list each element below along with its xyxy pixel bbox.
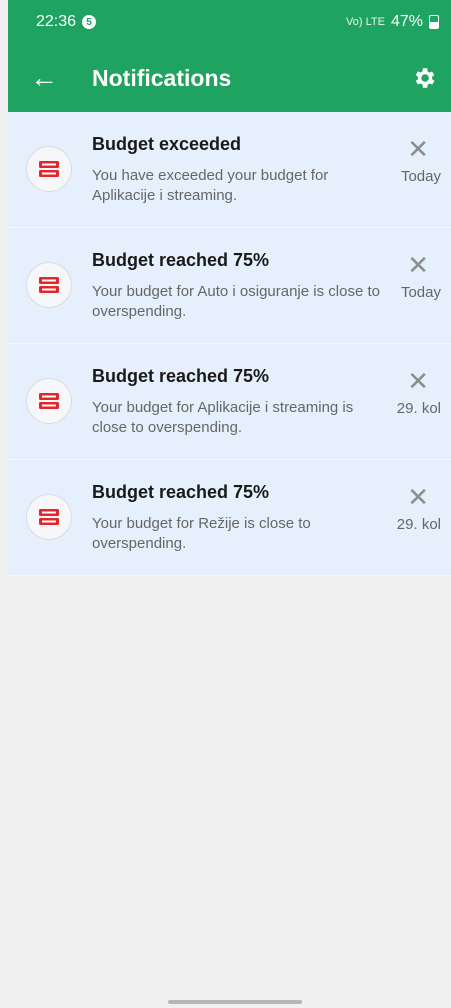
app-bar: ← Notifications	[8, 44, 451, 112]
notification-date: Today	[400, 284, 441, 301]
notifications-list: Budget exceeded You have exceeded your b…	[8, 112, 451, 576]
notification-title: Budget reached 75%	[92, 250, 270, 270]
signal-icon: Vo) LTE	[346, 16, 385, 28]
home-indicator[interactable]	[168, 1000, 302, 1004]
close-icon[interactable]: ✕	[407, 136, 429, 162]
notification-body: Your budget for Aplikacije i streaming i…	[92, 399, 354, 436]
status-time: 22:36	[36, 13, 77, 30]
notification-date: 29. kol	[396, 516, 441, 533]
notification-body: Your budget for Režije is close to overs…	[92, 515, 311, 552]
notification-title: Budget reached 75%	[92, 482, 270, 502]
status-left: 22:36 5	[36, 13, 97, 31]
notification-title: Budget reached 75%	[92, 366, 270, 386]
budget-icon	[26, 494, 72, 540]
notification-date: 29. kol	[396, 400, 441, 417]
battery-icon	[429, 15, 439, 29]
budget-icon	[26, 262, 72, 308]
budget-icon	[26, 378, 72, 424]
notification-date: Today	[400, 168, 441, 185]
close-icon[interactable]: ✕	[407, 252, 429, 278]
notification-item[interactable]: Budget exceeded You have exceeded your b…	[8, 112, 451, 228]
notification-count-badge: 5	[82, 15, 97, 29]
notification-title: Budget exceeded	[92, 134, 242, 154]
notification-body: Your budget for Auto i osiguranje is clo…	[92, 283, 380, 320]
gear-icon[interactable]	[411, 65, 437, 91]
page-title: Notifications	[92, 64, 232, 91]
back-arrow-icon[interactable]: ←	[30, 64, 70, 92]
close-icon[interactable]: ✕	[407, 368, 429, 394]
status-right: Vo) LTE 47%	[346, 13, 439, 31]
close-icon[interactable]: ✕	[407, 484, 429, 510]
battery-level: 47%	[390, 13, 423, 30]
notification-body: You have exceeded your budget for Aplika…	[92, 167, 329, 204]
notification-item[interactable]: Budget reached 75% Your budget for Auto …	[8, 228, 451, 344]
notification-item[interactable]: Budget reached 75% Your budget for Aplik…	[8, 344, 451, 460]
budget-icon	[26, 146, 72, 192]
notification-item[interactable]: Budget reached 75% Your budget for Režij…	[8, 460, 451, 576]
status-bar: 22:36 5 Vo) LTE 47%	[8, 0, 451, 44]
